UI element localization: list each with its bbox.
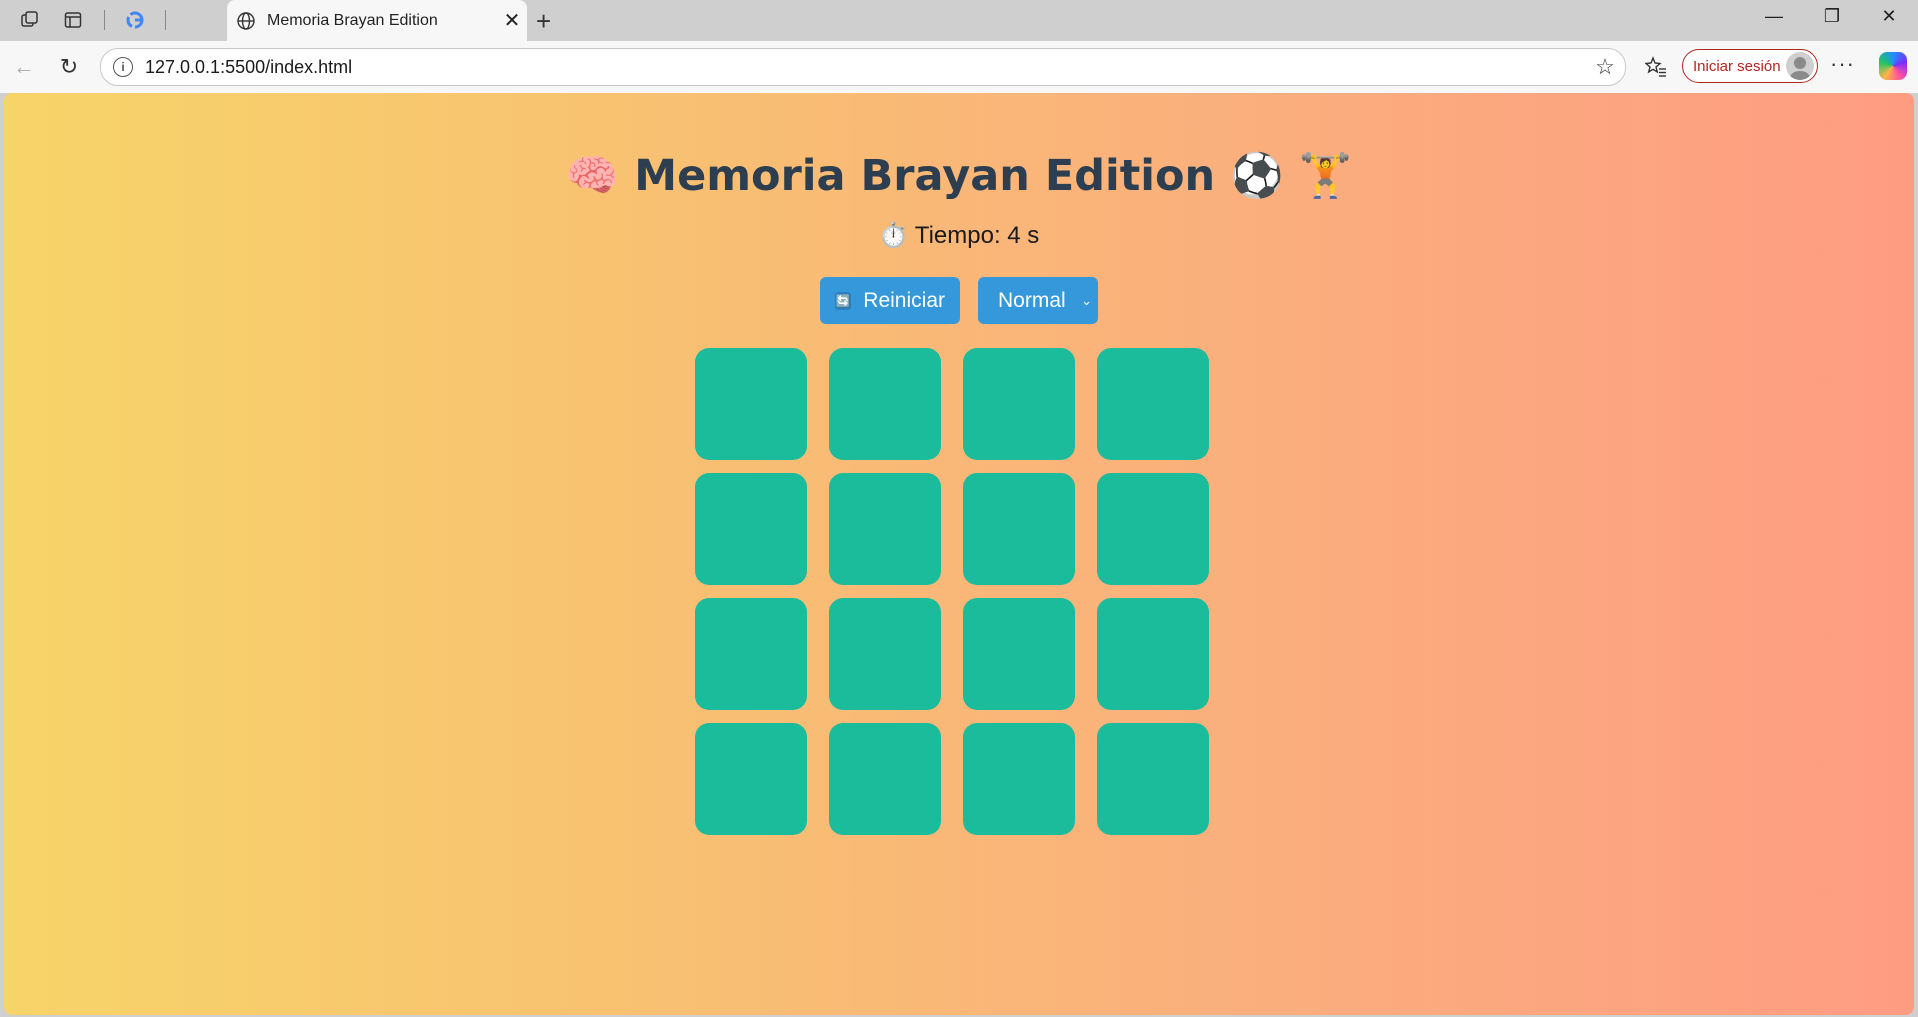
memory-card[interactable] — [963, 348, 1075, 460]
tab-separator — [104, 10, 105, 30]
memory-card[interactable] — [1097, 348, 1209, 460]
difficulty-select[interactable]: Normal ⌄ — [978, 277, 1098, 324]
memory-card[interactable] — [1097, 598, 1209, 710]
memory-card[interactable] — [695, 723, 807, 835]
memory-card[interactable] — [963, 723, 1075, 835]
close-window-icon[interactable]: ✕ — [1864, 6, 1914, 27]
close-tab-icon[interactable]: ✕ — [497, 8, 527, 33]
url-field[interactable]: i 127.0.0.1:5500/index.html ☆ — [100, 48, 1626, 86]
memory-card[interactable] — [829, 598, 941, 710]
memory-card[interactable] — [695, 348, 807, 460]
memory-card[interactable] — [963, 598, 1075, 710]
active-tab[interactable]: Memoria Brayan Edition ✕ — [227, 0, 527, 41]
more-options-icon[interactable]: ··· — [1830, 51, 1855, 77]
google-tab-icon[interactable] — [123, 8, 147, 32]
controls-bar: 🔄 Reiniciar Normal ⌄ — [4, 277, 1914, 324]
page-title: 🧠 Memoria Brayan Edition ⚽ 🏋️ — [565, 151, 1353, 201]
back-arrow-icon[interactable]: ← — [10, 53, 38, 81]
memory-card[interactable] — [829, 348, 941, 460]
memory-card[interactable] — [695, 473, 807, 585]
memory-card[interactable] — [829, 473, 941, 585]
signin-button[interactable]: Iniciar sesión — [1682, 49, 1818, 83]
card-grid — [695, 348, 1209, 835]
address-bar: ← ↻ i 127.0.0.1:5500/index.html ☆ Inicia… — [0, 41, 1918, 93]
favorite-star-icon[interactable]: ☆ — [1585, 54, 1625, 80]
timer-display: ⏱️ Tiempo: 4 s — [878, 222, 1040, 249]
difficulty-value: Normal — [998, 288, 1066, 312]
memory-card[interactable] — [1097, 473, 1209, 585]
chevron-down-icon: ⌄ — [1081, 292, 1092, 308]
restore-icon[interactable]: ❐ — [1807, 6, 1857, 27]
tab-title: Memoria Brayan Edition — [267, 11, 438, 29]
tab-actions-icon[interactable] — [61, 8, 85, 32]
signin-label: Iniciar sesión — [1693, 57, 1781, 75]
memory-card[interactable] — [963, 473, 1075, 585]
copilot-icon[interactable] — [1879, 52, 1907, 80]
minimize-icon[interactable]: — — [1749, 6, 1799, 27]
restart-icon: 🔄 — [835, 291, 852, 310]
site-info-icon[interactable]: i — [113, 57, 133, 77]
tab-bar: Memoria Brayan Edition ✕ + — ❐ ✕ — [0, 0, 1918, 41]
restart-button[interactable]: 🔄 Reiniciar — [820, 277, 960, 324]
favorites-icon[interactable] — [1642, 53, 1670, 81]
url-text: 127.0.0.1:5500/index.html — [145, 56, 353, 77]
restart-label: Reiniciar — [863, 288, 945, 312]
memory-card[interactable] — [829, 723, 941, 835]
workspaces-icon[interactable] — [18, 8, 42, 32]
page-viewport: 🧠 Memoria Brayan Edition ⚽ 🏋️ ⏱️ Tiempo:… — [4, 93, 1914, 1015]
reload-icon[interactable]: ↻ — [55, 53, 83, 81]
avatar-icon — [1786, 52, 1814, 80]
memory-card[interactable] — [695, 598, 807, 710]
new-tab-icon[interactable]: + — [536, 6, 551, 37]
globe-icon — [235, 10, 257, 32]
tab-separator — [165, 10, 166, 30]
memory-card[interactable] — [1097, 723, 1209, 835]
